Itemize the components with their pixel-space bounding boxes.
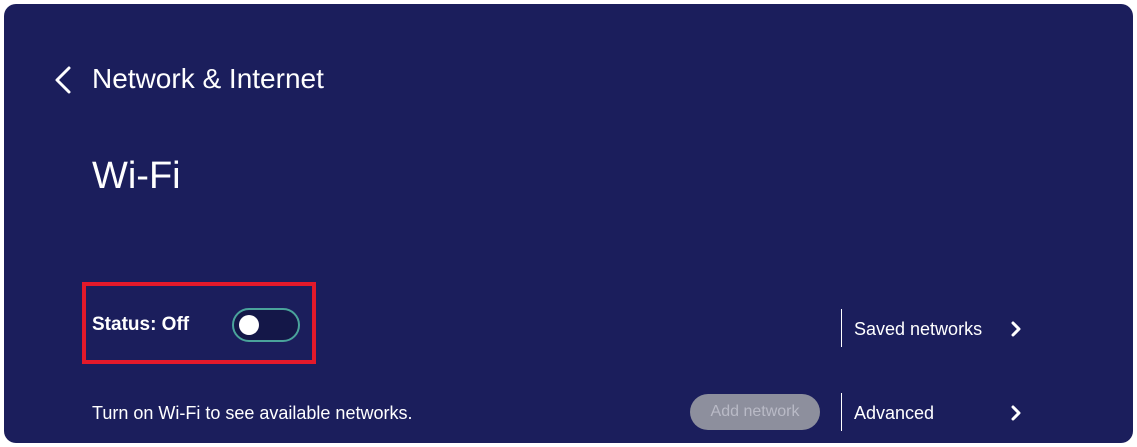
settings-panel: Network & Internet Wi-Fi Status: Off Tur… <box>4 4 1133 443</box>
chevron-left-icon <box>55 66 71 94</box>
wifi-hint-text: Turn on Wi-Fi to see available networks. <box>92 403 413 423</box>
toggle-knob <box>239 315 259 335</box>
wifi-toggle[interactable] <box>232 308 300 342</box>
add-network-button[interactable]: Add network <box>690 394 820 430</box>
saved-networks-item[interactable]: Saved networks <box>854 317 991 341</box>
divider <box>841 393 842 431</box>
chevron-right-icon[interactable] <box>1008 403 1024 423</box>
chevron-right-icon[interactable] <box>1008 319 1024 339</box>
page-title: Wi-Fi <box>92 155 181 197</box>
wifi-status-label: Status: Off <box>92 314 190 335</box>
header-title: Network & Internet <box>92 63 324 94</box>
divider <box>841 309 842 347</box>
back-button[interactable] <box>48 62 78 98</box>
advanced-item[interactable]: Advanced <box>854 401 934 425</box>
